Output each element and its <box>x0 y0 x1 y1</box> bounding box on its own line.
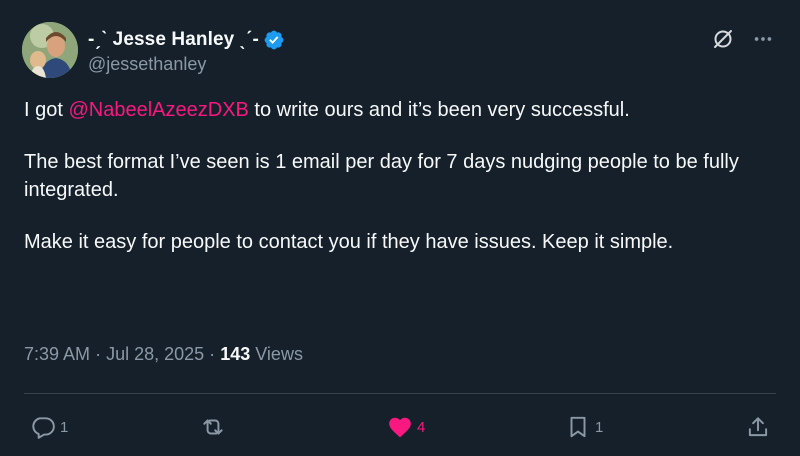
retweet-button[interactable] <box>200 408 230 446</box>
bookmark-button[interactable]: 1 <box>565 408 603 446</box>
reply-count: 1 <box>60 418 69 436</box>
like-count: 4 <box>417 418 426 436</box>
retweet-icon <box>203 419 223 435</box>
meta-separator: · <box>95 344 102 364</box>
heart-icon <box>389 417 411 438</box>
tweet-paragraph-2: The best format I’ve seen is 1 email per… <box>24 151 739 201</box>
tweet-text: I got @NabeelAzeezDXB to write ours and … <box>24 96 784 280</box>
views-count: 143 <box>220 344 251 364</box>
views-label: Views <box>255 344 303 364</box>
author-handle[interactable]: @jessethanley <box>88 54 206 75</box>
top-actions <box>710 26 776 52</box>
action-bar: 1 4 1 <box>0 408 800 446</box>
share-icon <box>748 417 768 437</box>
tweet-card: -ˏˋ Jesse Hanley ˎˊ- @jessethanley I got… <box>0 0 800 456</box>
tweet-meta: 7:39 AM · Jul 28, 2025 · 143 Views <box>24 344 303 365</box>
avatar[interactable] <box>22 22 78 78</box>
divider <box>24 393 776 394</box>
tweet-paragraph-1: I got @NabeelAzeezDXB to write ours and … <box>24 96 784 124</box>
reply-icon <box>32 417 55 439</box>
bookmark-count: 1 <box>595 418 604 436</box>
meta-separator: · <box>209 344 216 364</box>
tweet-text-segment: to write ours and it’s been very success… <box>248 99 630 121</box>
bookmark-icon <box>570 416 586 438</box>
tweet-date[interactable]: Jul 28, 2025 <box>106 344 204 364</box>
grok-icon[interactable] <box>710 26 736 52</box>
share-button[interactable] <box>745 408 771 446</box>
mention-link[interactable]: @NabeelAzeezDXB <box>68 99 248 121</box>
verified-badge-icon <box>264 30 284 50</box>
tweet-text-segment: I got <box>24 99 69 121</box>
reply-button[interactable]: 1 <box>30 408 68 446</box>
like-button[interactable]: 4 <box>387 408 425 446</box>
tweet-time[interactable]: 7:39 AM <box>24 344 90 364</box>
tweet-paragraph-3: Make it easy for people to contact you i… <box>24 231 674 253</box>
more-icon[interactable] <box>750 26 776 52</box>
author-display-name[interactable]: -ˏˋ Jesse Hanley ˎˊ- <box>88 29 259 51</box>
author-name-row[interactable]: -ˏˋ Jesse Hanley ˎˊ- <box>88 28 285 52</box>
